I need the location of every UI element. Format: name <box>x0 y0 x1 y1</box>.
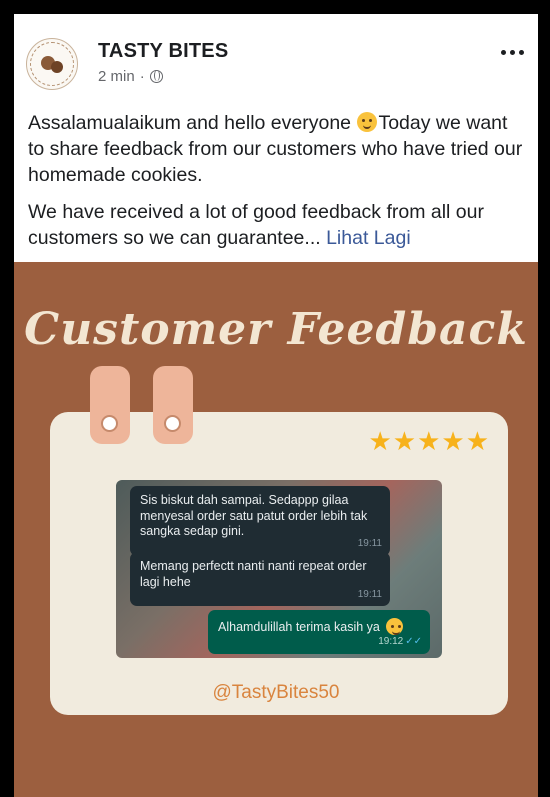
see-more-link[interactable]: Lihat Lagi <box>326 227 411 249</box>
more-icon[interactable] <box>501 50 524 55</box>
post-image[interactable]: Customer Feedback ★★★★★ Sis biskut dah s… <box>14 262 538 797</box>
screenshot-frame: TASTY BITES 2 min · Assalamualaikum and … <box>0 0 550 797</box>
page-avatar[interactable] <box>26 38 78 90</box>
smiling-face-with-hearts-icon <box>386 618 404 635</box>
meta-separator: · <box>139 68 145 85</box>
facebook-post-card: TASTY BITES 2 min · Assalamualaikum and … <box>14 14 538 797</box>
read-ticks-icon: ✓✓ <box>405 636 422 647</box>
post-time[interactable]: 2 min <box>98 68 135 85</box>
post-text-greeting: Assalamualaikum and hello everyone <box>28 112 357 134</box>
chat-message-outgoing: Alhamdulillah terima kasih ya 19:12 ✓✓ <box>208 610 430 654</box>
message-time-wrap: 19:12 ✓✓ <box>378 634 422 650</box>
post-text-paragraph-1: Assalamualaikum and hello everyone Today… <box>28 110 528 188</box>
message-time: 19:11 <box>357 588 382 600</box>
binder-tab <box>90 366 130 444</box>
message-text: Memang perfectt nanti nanti repeat order… <box>140 559 367 589</box>
post-meta: 2 min · <box>98 68 163 85</box>
post-text-body: We have received a lot of good feedback … <box>28 201 484 249</box>
rating-stars: ★★★★★ <box>368 426 490 456</box>
message-text: Alhamdulillah terima kasih ya <box>218 620 380 634</box>
chat-screenshot: Sis biskut dah sampai. Sedappp gilaa men… <box>116 480 442 658</box>
message-time: 19:11 <box>357 538 382 549</box>
post-text-paragraph-2: We have received a lot of good feedback … <box>28 199 528 251</box>
chat-message-incoming: Memang perfectt nanti nanti repeat order… <box>130 552 390 606</box>
globe-icon[interactable] <box>149 70 163 83</box>
binder-tab <box>153 366 193 444</box>
smiling-face-with-hearts-icon <box>357 112 378 132</box>
page-name[interactable]: TASTY BITES <box>98 40 228 63</box>
image-title: Customer Feedback <box>24 304 528 355</box>
binder-hole <box>101 415 118 432</box>
message-time: 19:12 <box>378 636 404 647</box>
cookie-logo-icon <box>30 42 74 86</box>
binder-hole <box>164 415 181 432</box>
brand-handle: @TastyBites50 <box>212 682 340 703</box>
message-text: Sis biskut dah sampai. Sedappp gilaa men… <box>140 493 368 538</box>
chat-message-incoming: Sis biskut dah sampai. Sedappp gilaa men… <box>130 486 390 556</box>
cookie-shape <box>51 61 63 73</box>
